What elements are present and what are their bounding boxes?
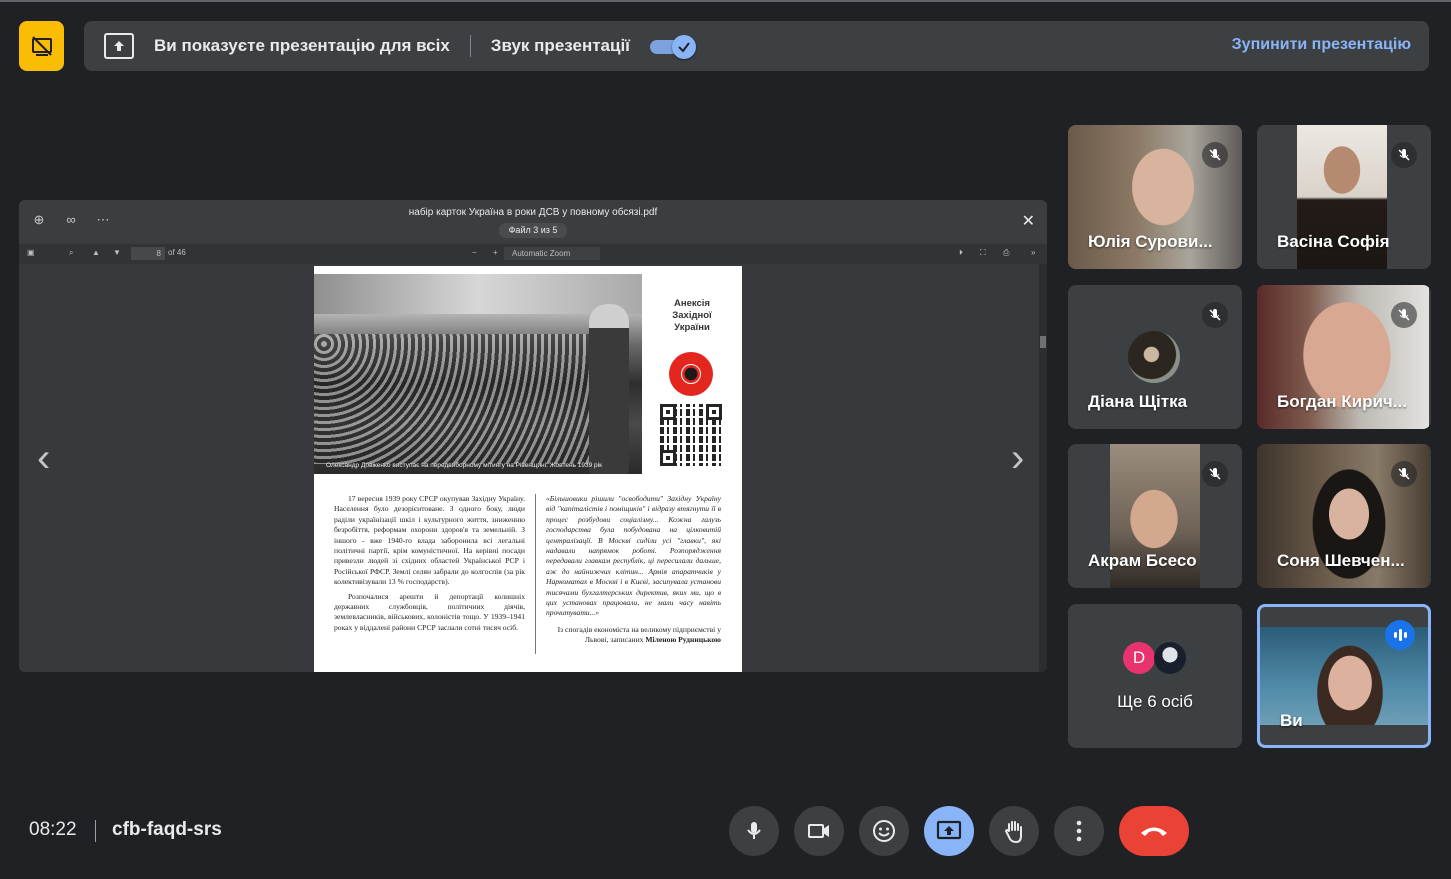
pdf-toolbar: ▣ ⌕ ▲ ▼ 8 of 46 − + Automatic Zoom ⏵ ⛶ ⎙… — [19, 244, 1047, 264]
microphone-button[interactable] — [729, 806, 779, 856]
raise-hand-button[interactable] — [989, 806, 1039, 856]
banner-divider — [469, 35, 471, 57]
fullscreen-icon[interactable]: ⛶ — [980, 248, 986, 258]
avatar — [1128, 331, 1180, 383]
previous-file-icon[interactable]: ‹ — [37, 436, 50, 481]
close-icon[interactable]: ✕ — [1022, 211, 1035, 231]
more-participants-tile[interactable]: D Ще 6 осіб — [1068, 604, 1242, 748]
mic-off-icon — [1202, 142, 1228, 168]
participant-tile[interactable]: Діана Щітка — [1068, 285, 1242, 429]
participant-name: Юлія Сурови... — [1088, 232, 1213, 251]
participant-name: Богдан Кирич... — [1277, 392, 1407, 411]
shared-pdf-viewer: ⊕ ∞ ⋯ набір карток Україна в роки ДСВ у … — [19, 200, 1047, 672]
raise-hand-icon — [1004, 821, 1022, 843]
viewer-header: ⊕ ∞ ⋯ набір карток Україна в роки ДСВ у … — [19, 200, 1047, 242]
right-quote: «Більшовики рішили "освободити" Західну … — [546, 494, 721, 618]
zoom-select[interactable]: Automatic Zoom — [504, 247, 600, 260]
mic-off-icon — [1202, 461, 1228, 487]
photo-caption: Олександр Довженко виступає на передвибо… — [326, 462, 602, 469]
page-number-input[interactable]: 8 — [131, 247, 165, 260]
more-participants-label: Ще 6 осіб — [1117, 692, 1193, 711]
poppy-emblem-icon — [669, 352, 713, 396]
search-icon[interactable]: ⌕ — [69, 248, 73, 258]
participant-name: Соня Шевчен... — [1277, 551, 1405, 570]
left-paragraph-1: 17 вересня 1939 року СРСР окупував Захід… — [334, 494, 525, 587]
footer-divider — [95, 820, 96, 842]
end-call-icon — [1141, 827, 1167, 836]
column-divider — [535, 494, 536, 654]
quote-author: Міленою Рудницькою — [645, 635, 721, 645]
participant-name: Ви — [1280, 711, 1303, 730]
mic-off-icon — [1391, 461, 1417, 487]
speaking-indicator-icon — [1385, 620, 1415, 650]
presenting-text: Ви показуєте презентацію для всіх — [154, 36, 450, 55]
leave-call-button[interactable] — [1119, 806, 1189, 856]
present-now-button[interactable] — [924, 806, 974, 856]
presentation-banner: Ви показуєте презентацію для всіх Звук п… — [84, 21, 1429, 71]
historical-photo: Олександр Довженко виступає на передвибо… — [314, 274, 642, 474]
more-options-button[interactable] — [1054, 806, 1104, 856]
camera-icon — [808, 824, 829, 838]
meeting-time: 08:22 — [29, 819, 77, 840]
avatar — [1154, 642, 1186, 674]
page-side-title: Анексія Західної України — [672, 298, 712, 333]
camera-button[interactable] — [794, 806, 844, 856]
participant-name: Діана Щітка — [1088, 392, 1188, 411]
participant-tile[interactable]: Соня Шевчен... — [1257, 444, 1431, 588]
avatar: D — [1123, 642, 1155, 674]
next-file-icon[interactable]: › — [1011, 436, 1024, 481]
qr-code-icon — [660, 404, 722, 466]
pdf-page: Олександр Довженко виступає на передвибо… — [314, 266, 742, 672]
participant-name: Акрам Бсесо — [1088, 551, 1197, 570]
presentation-mode-icon[interactable]: ⏵ — [959, 248, 963, 258]
sidebar-toggle-icon[interactable]: ▣ — [27, 248, 35, 257]
self-tile[interactable]: Ви — [1257, 604, 1431, 748]
mic-off-icon — [1391, 302, 1417, 328]
presentation-audio-toggle[interactable] — [649, 35, 696, 59]
no-video-icon — [31, 36, 52, 56]
next-page-icon[interactable]: ▼ — [113, 248, 121, 257]
mic-icon — [747, 822, 761, 839]
participant-tile[interactable]: Васіна Софія — [1257, 125, 1431, 269]
mic-off-icon — [1391, 142, 1417, 168]
page-right-column: «Більшовики рішили "освободити" Західну … — [546, 494, 721, 646]
zoom-out-icon[interactable]: − — [472, 248, 477, 257]
file-title: набір карток Україна в роки ДСВ у повном… — [408, 207, 658, 218]
stop-presentation-button[interactable]: Зупинити презентацію — [1232, 36, 1411, 54]
more-icon — [1076, 820, 1082, 842]
audio-label: Звук презентації — [490, 36, 630, 55]
emoji-icon — [873, 820, 895, 842]
present-icon — [936, 820, 962, 840]
meeting-code: cfb-faqd-srs — [112, 819, 222, 840]
previous-page-icon[interactable]: ▲ — [92, 248, 100, 257]
tools-icon[interactable]: » — [1031, 248, 1035, 257]
file-counter: Файл 3 из 5 — [499, 223, 567, 238]
zoom-in-icon[interactable]: + — [493, 248, 498, 257]
top-divider — [0, 0, 1451, 2]
participant-tile[interactable]: Юлія Сурови... — [1068, 125, 1242, 269]
participant-tile[interactable]: Акрам Бсесо — [1068, 444, 1242, 588]
presentation-status-badge[interactable] — [19, 21, 64, 71]
present-screen-icon — [104, 33, 134, 59]
page-total: of 46 — [168, 248, 186, 257]
participant-name: Васіна Софія — [1277, 232, 1390, 251]
pdf-scrollbar[interactable] — [1039, 264, 1047, 672]
check-icon — [671, 35, 696, 59]
print-icon[interactable]: ⎙ — [1003, 248, 1009, 258]
reactions-button[interactable] — [859, 806, 909, 856]
left-paragraph-2: Розпочалися арешти й депортації колишніх… — [334, 591, 525, 632]
mic-off-icon — [1202, 302, 1228, 328]
page-left-column: 17 вересня 1939 року СРСР окупував Захід… — [334, 494, 525, 633]
participant-tile[interactable]: Богдан Кирич... — [1257, 285, 1431, 429]
